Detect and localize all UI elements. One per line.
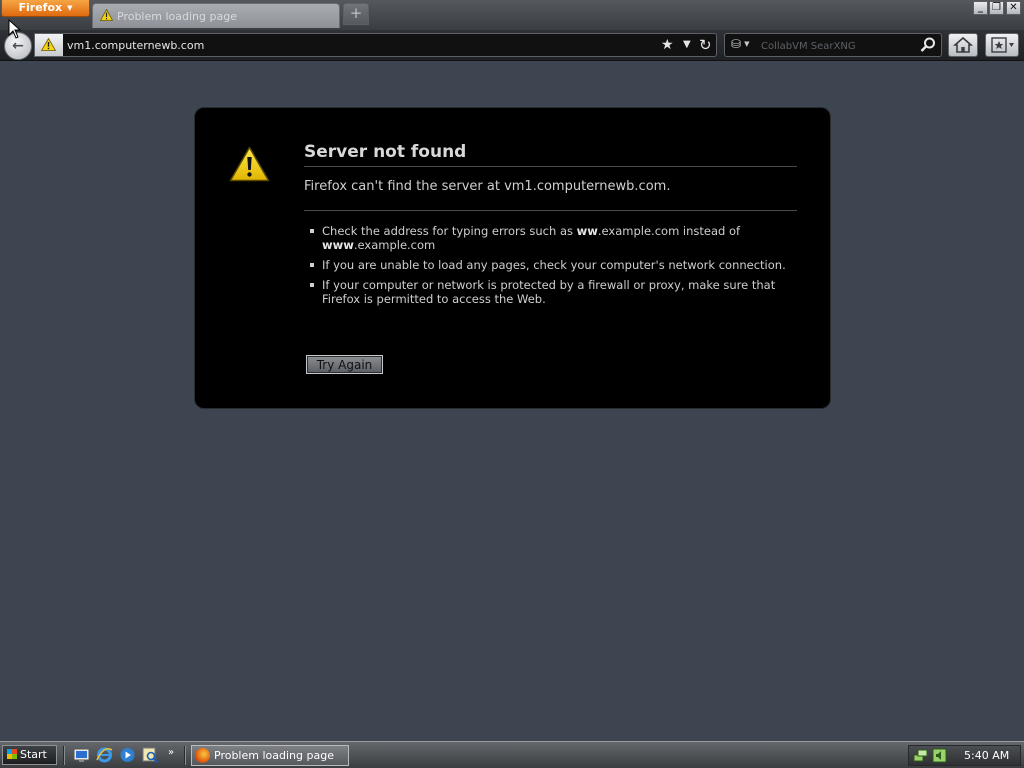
try-again-button[interactable]: Try Again (306, 355, 383, 374)
restore-button[interactable]: ❐ (989, 1, 1004, 15)
search-icon[interactable] (919, 36, 937, 54)
new-tab-button[interactable]: + (343, 3, 369, 25)
minimize-button[interactable]: _ (973, 1, 988, 15)
suggestion-item: If your computer or network is protected… (309, 278, 789, 306)
site-identity-button[interactable] (35, 34, 63, 56)
mouse-cursor-icon (8, 19, 22, 39)
start-label: Start (20, 748, 47, 761)
bookmarks-menu-icon (991, 37, 1014, 53)
separator (184, 746, 186, 765)
close-button[interactable]: ✕ (1006, 1, 1021, 15)
suggestion-item: If you are unable to load any pages, che… (309, 258, 789, 272)
suggestion-text: .example.com (353, 238, 436, 252)
taskbar-item-firefox[interactable]: Problem loading page (191, 745, 349, 766)
bookmark-star-icon[interactable]: ★ (661, 36, 674, 54)
suggestion-bold: www (322, 238, 354, 252)
clock[interactable]: 5:40 AM (964, 749, 1009, 762)
home-icon (952, 36, 974, 53)
suggestion-item: Check the address for typing errors such… (309, 224, 789, 252)
quicklaunch-more-button[interactable]: » (168, 747, 174, 758)
url-bar[interactable]: vm1.computernewb.com ★ ▼ ↻ (34, 33, 717, 57)
home-button[interactable] (948, 33, 978, 57)
suggestion-bold: ww (576, 224, 598, 238)
warning-icon (100, 9, 113, 21)
taskbar: Start » Problem loading page 5:40 AM (0, 741, 1024, 768)
suggestion-list: Check the address for typing errors such… (309, 224, 789, 312)
firefox-icon (195, 748, 210, 763)
warning-icon (41, 38, 56, 51)
start-button[interactable]: Start (2, 745, 57, 765)
error-title: Server not found (304, 142, 797, 167)
warning-triangle-icon (229, 146, 270, 182)
show-desktop-icon[interactable] (73, 747, 90, 763)
back-arrow-icon: ← (12, 38, 24, 54)
chevron-down-icon: ▼ (67, 4, 73, 12)
firefox-menu-button[interactable]: Firefox ▼ (1, 0, 90, 17)
search-input[interactable] (759, 38, 913, 55)
url-text[interactable]: vm1.computernewb.com (67, 39, 204, 52)
search-bar: ⛁ ▼ (724, 33, 942, 57)
taskbar-item-label: Problem loading page (214, 749, 334, 762)
divider (304, 210, 797, 211)
browser-titlebar: Firefox ▼ Problem loading page + _ ❐ ✕ (0, 0, 1024, 30)
tab-problem-loading[interactable]: Problem loading page (92, 3, 340, 28)
reload-icon[interactable]: ↻ (699, 36, 712, 54)
suggestion-text: Check the address for typing errors such… (322, 224, 577, 238)
internet-explorer-icon[interactable] (96, 747, 113, 763)
error-description: Firefox can't find the server at vm1.com… (304, 179, 671, 194)
volume-icon[interactable] (932, 748, 947, 763)
windows-logo-icon (7, 749, 17, 759)
chevron-down-icon: ▼ (744, 40, 750, 48)
separator (63, 746, 65, 765)
search-icon[interactable] (142, 747, 159, 763)
search-engine-icon[interactable]: ⛁ ▼ (731, 37, 749, 51)
windows-media-icon[interactable] (119, 747, 136, 763)
firefox-menu-label: Firefox (18, 1, 63, 14)
error-container: Server not found Firefox can't find the … (194, 107, 831, 409)
bookmarks-menu-button[interactable] (985, 33, 1019, 57)
suggestion-text: .example.com instead of (597, 224, 741, 238)
system-tray: 5:40 AM (908, 745, 1021, 766)
url-dropdown-icon[interactable]: ▼ (683, 36, 691, 54)
network-icon[interactable] (913, 748, 928, 763)
tab-title: Problem loading page (117, 10, 237, 23)
